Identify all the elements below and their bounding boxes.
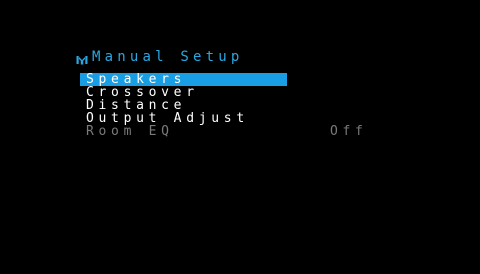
room-eq-value: Off bbox=[330, 124, 368, 139]
menu-item-room-eq: Room EQ Off bbox=[80, 125, 380, 138]
menu-item-label: Room EQ bbox=[86, 124, 174, 139]
setup-screen: Manual Setup Speakers Crossover Distance… bbox=[0, 0, 480, 274]
speaker-setup-icon bbox=[76, 51, 88, 65]
menu-header: Manual Setup bbox=[76, 48, 244, 66]
setup-menu: Speakers Crossover Distance Output Adjus… bbox=[80, 73, 380, 138]
page-title: Manual Setup bbox=[92, 49, 244, 65]
